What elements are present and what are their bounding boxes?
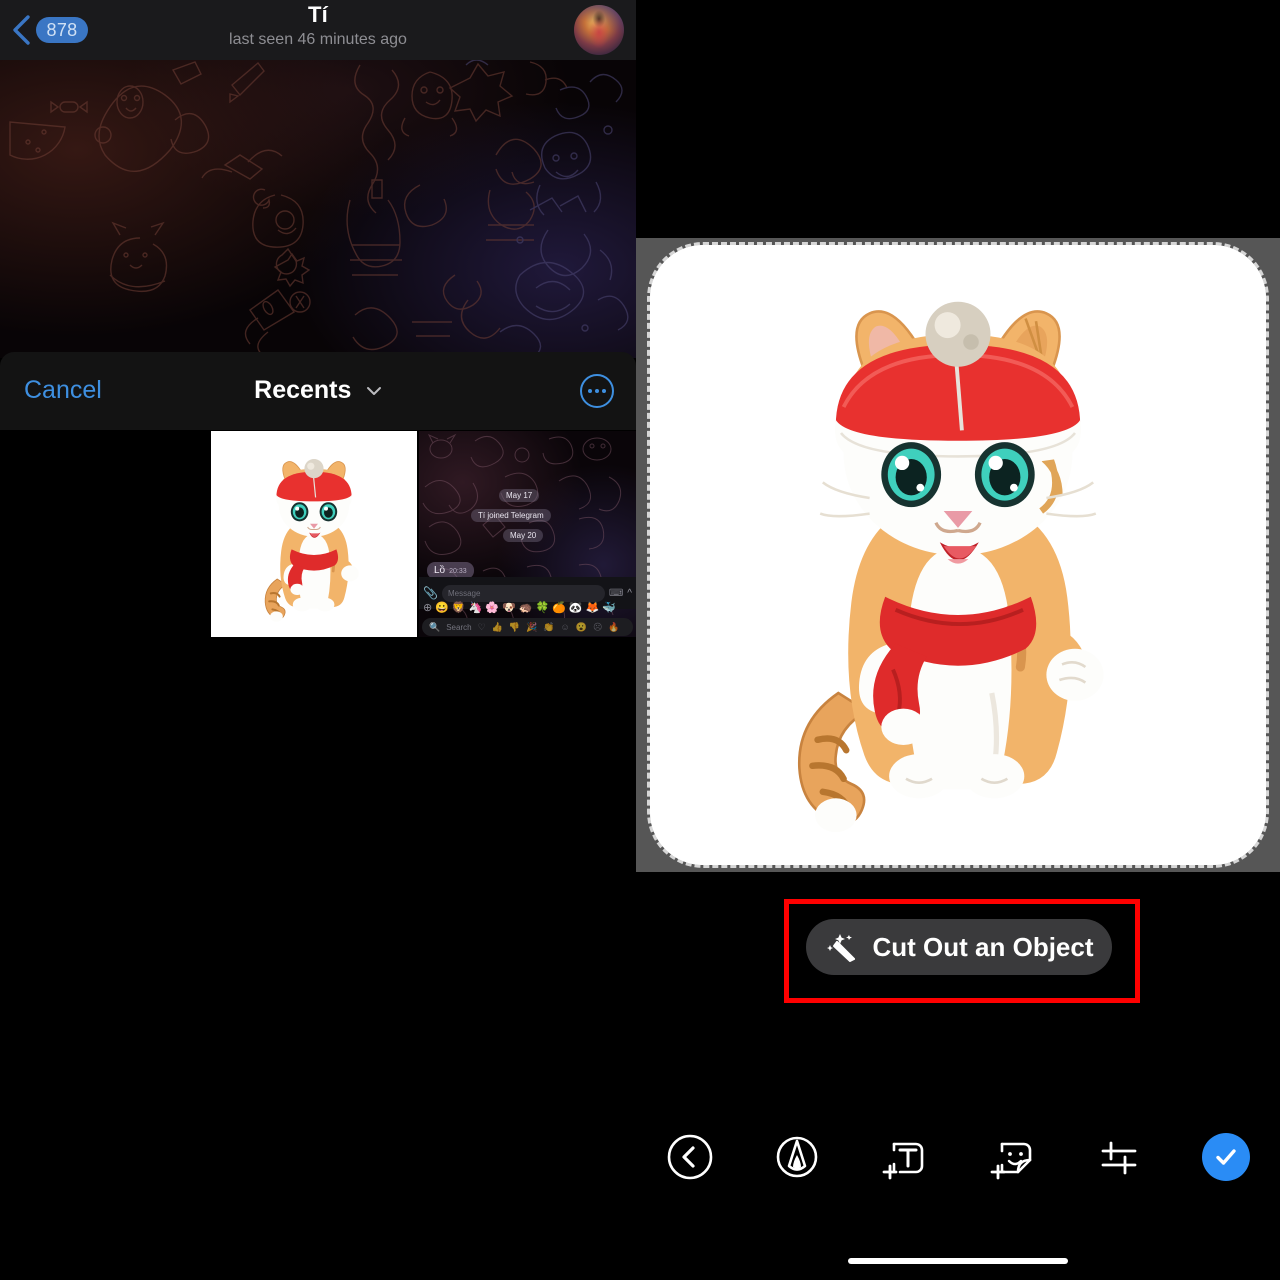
emoji-sticker: 🍊 bbox=[552, 602, 566, 614]
date-chip: May 17 bbox=[499, 489, 540, 502]
adjust-tool[interactable] bbox=[1065, 1133, 1172, 1181]
mini-sticker-row: ⊕ 😀 🦁 🦄 🌸 🐶 🦔 🍀 🍊 🐼 🦊 🐳 bbox=[419, 600, 636, 617]
fire-icon: 🔥 bbox=[608, 621, 620, 632]
thumbnail-telegram-screenshot[interactable]: May 17 Tí joined Telegram May 20 Lồ 20:33… bbox=[419, 431, 636, 637]
bubble-time: 20:33 bbox=[449, 568, 467, 575]
emoji-sticker: 😀 bbox=[435, 602, 449, 614]
mini-search-placeholder: Search bbox=[446, 622, 472, 632]
cut-out-an-object-button[interactable]: Cut Out an Object bbox=[806, 919, 1112, 975]
more-options-button[interactable] bbox=[580, 374, 614, 408]
done-button[interactable] bbox=[1202, 1133, 1251, 1181]
chevron-left-circle-icon bbox=[667, 1134, 712, 1180]
chat-last-seen: last seen 46 minutes ago bbox=[229, 31, 407, 48]
album-selector[interactable]: Recents bbox=[0, 376, 636, 405]
add-text-icon bbox=[882, 1142, 924, 1180]
avatar[interactable] bbox=[574, 5, 624, 55]
photo-picker-header: Cancel Recents bbox=[0, 352, 636, 430]
emoji-sticker: 🦔 bbox=[518, 602, 533, 614]
add-sticker-icon bbox=[990, 1142, 1031, 1180]
draw-tool[interactable] bbox=[743, 1133, 850, 1181]
plus-circle-icon: ⊕ bbox=[423, 602, 433, 614]
clap-icon: 👏 bbox=[543, 621, 555, 632]
back-button[interactable] bbox=[636, 1133, 743, 1181]
done-tool-wrapper bbox=[1173, 1133, 1280, 1181]
magic-wand-icon bbox=[825, 930, 859, 964]
emoji-sticker: 🦁 bbox=[451, 602, 466, 614]
emoji-sticker: 🦊 bbox=[585, 602, 600, 614]
album-title: Recents bbox=[254, 376, 352, 404]
service-message: Tí joined Telegram bbox=[471, 509, 551, 522]
search-icon: 🔍 bbox=[429, 621, 441, 632]
emoji-sticker: 🐶 bbox=[502, 602, 516, 614]
paperclip-icon: 📎 bbox=[423, 586, 438, 600]
chat-title[interactable]: Tí bbox=[0, 2, 636, 28]
more-dot bbox=[595, 389, 599, 393]
mini-message-input[interactable]: Message bbox=[441, 584, 605, 602]
right-panel-photo-editor: Cut Out an Object bbox=[636, 0, 1280, 1280]
add-text-tool[interactable] bbox=[851, 1132, 958, 1182]
mini-reaction-search-bar[interactable]: 🔍 Search ♡ 👍 👎 🎉 👏 ☺ 😮 ☹ 🔥 bbox=[422, 618, 633, 636]
more-dot bbox=[588, 389, 592, 393]
edited-photo[interactable] bbox=[650, 245, 1266, 865]
smile-icon: ☺ bbox=[560, 622, 570, 632]
sliders-icon bbox=[1101, 1141, 1137, 1175]
mini-wallpaper: May 17 Tí joined Telegram May 20 Lồ 20:33… bbox=[419, 431, 636, 637]
more-dot bbox=[602, 389, 606, 393]
thumbnail-kitten-photo[interactable] bbox=[211, 431, 417, 637]
chevron-down-icon bbox=[366, 383, 382, 399]
emoji-sticker: 🍀 bbox=[535, 602, 550, 614]
heart-icon: ♡ bbox=[477, 621, 486, 632]
party-icon: 🎉 bbox=[526, 621, 538, 632]
check-icon bbox=[1216, 1149, 1236, 1165]
kitten-thumbnail-image bbox=[211, 431, 417, 637]
cut-out-label: Cut Out an Object bbox=[872, 931, 1094, 962]
bubble-text: Lồ bbox=[434, 565, 446, 576]
left-panel-telegram-chat: 878 Tí last seen 46 minutes ago Cancel R… bbox=[0, 0, 636, 1280]
kitten-image-large bbox=[650, 245, 1266, 865]
emoji-sticker: 🐼 bbox=[568, 602, 583, 614]
editor-canvas bbox=[636, 238, 1280, 872]
selection-frame[interactable] bbox=[647, 242, 1269, 868]
emoji-sticker: 🌸 bbox=[485, 602, 500, 614]
chat-header: 878 Tí last seen 46 minutes ago bbox=[0, 0, 636, 60]
chevron-up-icon: ^ bbox=[627, 587, 632, 599]
sad-icon: ☹ bbox=[592, 621, 603, 632]
chat-wallpaper bbox=[0, 60, 636, 358]
shock-icon: 😮 bbox=[575, 621, 587, 632]
emoji-sticker: 🐳 bbox=[602, 602, 616, 614]
photo-thumbnail-row: May 17 Tí joined Telegram May 20 Lồ 20:33… bbox=[211, 431, 636, 637]
pen-nib-circle-icon bbox=[776, 1136, 818, 1178]
editor-toolbar bbox=[636, 1128, 1280, 1186]
thumbs-up-icon: 👍 bbox=[491, 621, 503, 632]
home-indicator-bar bbox=[848, 1258, 1068, 1264]
keyboard-icon: ⌨ bbox=[608, 587, 624, 599]
emoji-sticker: 🦄 bbox=[468, 602, 483, 614]
wallpaper-doodle-pattern bbox=[9, 60, 629, 358]
thumbs-down-icon: 👎 bbox=[508, 621, 521, 632]
date-chip: May 20 bbox=[503, 529, 544, 542]
dual-screenshot-comparison: 878 Tí last seen 46 minutes ago Cancel R… bbox=[0, 0, 1280, 1280]
add-sticker-tool[interactable] bbox=[958, 1132, 1065, 1182]
